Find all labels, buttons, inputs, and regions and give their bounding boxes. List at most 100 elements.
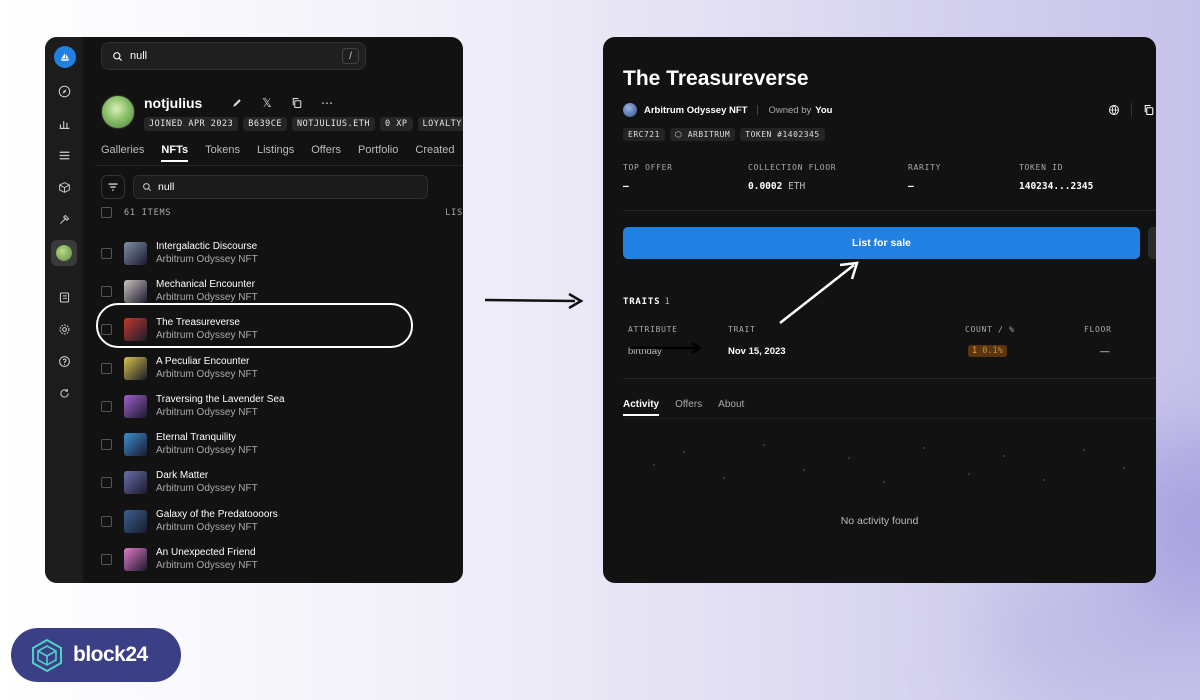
tab-offers[interactable]: Offers xyxy=(675,399,702,416)
nft-thumbnail xyxy=(124,433,147,457)
nft-name: Dark Matter xyxy=(156,470,209,482)
globe-icon[interactable] xyxy=(1107,103,1121,117)
tag-token: TOKEN #1402345 xyxy=(740,128,825,141)
list-item[interactable]: Dark Matter Arbitrum Odyssey NFT xyxy=(101,464,463,502)
more-options-icon[interactable]: ⋯ xyxy=(318,95,336,111)
list-for-sale-button[interactable]: List for sale xyxy=(623,227,1140,259)
nft-meta-row: Arbitrum Odyssey NFT Owned by You xyxy=(623,103,833,117)
avatar[interactable] xyxy=(101,95,135,129)
tab-listings[interactable]: Listings xyxy=(257,144,294,162)
list-item[interactable]: Eternal Tranquility Arbitrum Odyssey NFT xyxy=(101,425,463,463)
opensea-logo-icon[interactable] xyxy=(54,46,76,68)
row-checkbox[interactable] xyxy=(101,515,112,527)
empty-state-text: No activity found xyxy=(840,515,919,527)
highlight-annotation xyxy=(96,303,413,348)
arrow-annotation xyxy=(630,341,703,355)
stat-rarity: RARITY – xyxy=(908,163,941,192)
arbitrum-icon: ⬡ xyxy=(674,130,688,139)
nft-collection: Arbitrum Odyssey NFT xyxy=(156,483,258,495)
global-search-input[interactable]: null / xyxy=(101,42,366,70)
stat-collection-floor: COLLECTION FLOOR 0.0002 ETH xyxy=(748,163,836,192)
divider xyxy=(623,418,1156,419)
tab-created[interactable]: Created xyxy=(415,144,454,162)
brand-name: block24 xyxy=(73,643,148,666)
divider xyxy=(757,105,759,115)
tab-offers[interactable]: Offers xyxy=(311,144,341,162)
tab-galleries[interactable]: Galleries xyxy=(101,144,144,162)
list-item[interactable]: Galaxy of the Predatoooors Arbitrum Odyss… xyxy=(101,502,463,540)
tab-tokens[interactable]: Tokens xyxy=(205,144,240,162)
divider xyxy=(623,210,1156,211)
row-checkbox[interactable] xyxy=(101,477,112,489)
stat-label: COLLECTION FLOOR xyxy=(748,163,837,172)
list-item[interactable]: An Unexpected Friend Arbitrum Odyssey NFT xyxy=(101,540,463,578)
arrow-annotation xyxy=(779,261,859,324)
row-checkbox[interactable] xyxy=(101,362,112,374)
badge-loyalty: LOYALTY xyxy=(417,117,463,131)
nft-name: Traversing the Lavender Sea xyxy=(156,393,285,405)
tag-chain: ⬡ ARBITRUM xyxy=(669,128,736,141)
copy-icon[interactable] xyxy=(288,95,306,111)
profile-badges: JOINED APR 2023 B639CE NOTJULIUS.ETH 0 X… xyxy=(144,117,463,131)
tag-standard: ERC721 xyxy=(623,128,665,141)
nft-search-value: null xyxy=(158,181,175,193)
more-actions-button[interactable] xyxy=(1148,227,1156,259)
collection-link[interactable]: Arbitrum Odyssey NFT xyxy=(644,105,747,116)
profile-avatar-icon[interactable] xyxy=(56,245,72,261)
badge-ens[interactable]: NOTJULIUS.ETH xyxy=(291,117,376,131)
traits-col-floor: FLOOR xyxy=(1084,325,1112,334)
list-item[interactable]: Traversing the Lavender Sea Arbitrum Odys… xyxy=(101,387,463,425)
copy-icon[interactable] xyxy=(1142,103,1156,117)
stat-label: TOP OFFER xyxy=(623,163,673,172)
tab-nfts[interactable]: NFTs xyxy=(161,144,189,162)
nft-thumbnail xyxy=(124,356,147,380)
row-checkbox[interactable] xyxy=(101,247,112,259)
nft-search-input[interactable]: null xyxy=(133,175,428,199)
stat-top-offer: TOP OFFER – xyxy=(623,163,673,192)
brush-icon[interactable] xyxy=(54,209,74,229)
items-count: 61 ITEMS xyxy=(124,207,172,218)
select-all-checkbox[interactable] xyxy=(101,207,112,218)
row-checkbox[interactable] xyxy=(101,285,112,297)
chart-icon[interactable] xyxy=(54,113,74,133)
row-checkbox[interactable] xyxy=(101,400,112,412)
refresh-icon[interactable] xyxy=(54,383,74,403)
filter-icon xyxy=(108,183,118,191)
stat-label: TOKEN ID xyxy=(1019,163,1064,172)
list-item[interactable]: A Peculiar Encounter Arbitrum Odyssey NFT xyxy=(101,349,463,387)
nft-collection: Arbitrum Odyssey NFT xyxy=(156,560,258,572)
nft-collection: Arbitrum Odyssey NFT xyxy=(156,253,258,265)
row-checkbox[interactable] xyxy=(101,439,112,451)
nft-collection: Arbitrum Odyssey NFT xyxy=(156,521,258,533)
stat-value: – xyxy=(623,181,629,192)
cube-icon[interactable] xyxy=(54,177,74,197)
filter-button[interactable] xyxy=(101,175,125,199)
owner-name[interactable]: You xyxy=(815,105,832,116)
nft-thumbnail xyxy=(124,471,147,495)
list-icon[interactable] xyxy=(54,145,74,165)
book-icon[interactable] xyxy=(54,287,74,307)
nft-name: Intergalactic Discourse xyxy=(156,240,258,252)
badge-address[interactable]: B639CE xyxy=(243,117,287,131)
traits-count: 1 xyxy=(664,297,671,307)
tab-activity[interactable]: Activity xyxy=(623,399,660,416)
nft-name: A Peculiar Encounter xyxy=(156,355,250,367)
edit-icon[interactable] xyxy=(228,95,246,111)
row-checkbox[interactable] xyxy=(101,554,112,566)
gear-icon[interactable] xyxy=(54,319,74,339)
nft-collection: Arbitrum Odyssey NFT xyxy=(156,368,258,380)
compass-icon[interactable] xyxy=(54,81,74,101)
side-rail xyxy=(45,37,83,583)
x-twitter-icon[interactable]: 𝕏 xyxy=(258,95,276,111)
items-header: 61 ITEMS LIS xyxy=(101,207,463,218)
list-item[interactable]: Intergalactic Discourse Arbitrum Odyssey … xyxy=(101,234,463,272)
stat-value: 0.0002 ETH xyxy=(748,181,806,192)
owned-by-label: Owned by You xyxy=(768,104,833,116)
collection-avatar xyxy=(623,103,637,117)
search-icon xyxy=(143,183,152,192)
tab-about[interactable]: About xyxy=(718,399,744,416)
profile-username: notjulius xyxy=(144,95,203,111)
tab-portfolio[interactable]: Portfolio xyxy=(358,144,398,162)
help-icon[interactable] xyxy=(54,351,74,371)
trait-value[interactable]: Nov 15, 2023 xyxy=(728,346,786,357)
